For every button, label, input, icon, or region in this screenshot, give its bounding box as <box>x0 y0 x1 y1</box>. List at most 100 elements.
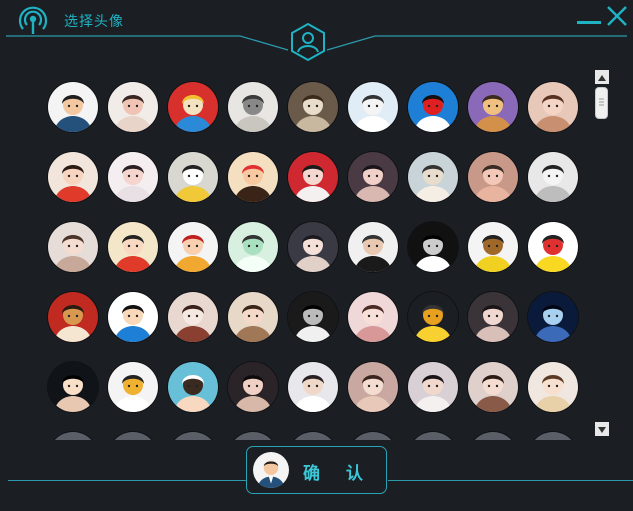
footer-divider-left <box>8 480 248 481</box>
scroll-up-button[interactable] <box>595 70 609 84</box>
avatar-image-icon <box>48 292 98 342</box>
avatar-option-laughing-emoji[interactable] <box>408 292 458 342</box>
avatar-image-icon <box>288 222 338 272</box>
avatar-option-girl-black-bw[interactable] <box>288 292 338 342</box>
avatar-option-pig-photo[interactable] <box>468 152 518 202</box>
avatar-image-icon <box>108 222 158 272</box>
grip-icon <box>599 98 604 106</box>
avatar-image-icon <box>348 152 398 202</box>
avatar-option-girl-long-hair[interactable] <box>48 222 98 272</box>
avatar-option-partial-5[interactable] <box>288 432 338 440</box>
avatar-option-lion-red-frame[interactable] <box>48 292 98 342</box>
avatar-image-icon <box>528 152 578 202</box>
avatar-option-boy-anime-dark[interactable] <box>288 222 338 272</box>
avatar-image-icon <box>528 222 578 272</box>
avatar-option-starry-night-silhouette[interactable] <box>528 292 578 342</box>
avatar-image-icon <box>228 292 278 342</box>
avatar-option-anime-girl-red[interactable] <box>288 152 338 202</box>
avatar-image-icon <box>348 362 398 412</box>
avatar-option-spongebob[interactable] <box>468 222 518 272</box>
avatar-option-boy-anime-sketch[interactable] <box>108 152 158 202</box>
avatar-option-yellow-cartoon-cat[interactable] <box>168 152 218 202</box>
avatar-option-girl-white-shirt[interactable] <box>288 362 338 412</box>
avatar-option-partial-7[interactable] <box>408 432 458 440</box>
avatar-image-icon <box>168 362 218 412</box>
avatar-image-icon <box>48 222 98 272</box>
avatar-option-partial-6[interactable] <box>348 432 398 440</box>
confirm-button[interactable]: 确 认 <box>246 446 387 494</box>
avatar-image-icon <box>108 152 158 202</box>
avatar-image-icon <box>108 432 158 440</box>
avatar-option-white-cartoon-dog[interactable] <box>348 82 398 132</box>
avatar-option-girl-sun-hat[interactable] <box>528 362 578 412</box>
avatar-option-doraemon-nobita[interactable] <box>108 292 158 342</box>
avatar-option-boy-blue-bg[interactable] <box>168 362 218 412</box>
avatar-image-icon <box>408 152 458 202</box>
avatar-option-girl-selfie[interactable] <box>348 362 398 412</box>
avatar-option-girl-pink-blush[interactable] <box>348 292 398 342</box>
avatar-option-black-white-portrait[interactable] <box>408 222 458 272</box>
avatar-image-icon <box>168 222 218 272</box>
selected-avatar-preview <box>253 452 289 488</box>
avatar-option-doraemon-face[interactable] <box>408 82 458 132</box>
avatar-option-ink-landscape[interactable] <box>228 82 278 132</box>
avatar-option-cartoon-boy-face[interactable] <box>228 152 278 202</box>
avatar-option-girl-red-collar[interactable] <box>48 152 98 202</box>
footer-divider-right <box>388 480 633 481</box>
avatar-picker-window: 选择头像 确 认 <box>0 0 633 511</box>
scroll-down-button[interactable] <box>595 422 609 436</box>
avatar-option-chinese-doll-cartoon[interactable] <box>108 222 158 272</box>
avatar-image-icon <box>168 292 218 342</box>
avatar-image-icon <box>228 222 278 272</box>
avatar-option-partial-2[interactable] <box>108 432 158 440</box>
avatar-image-icon <box>48 82 98 132</box>
avatar-image-icon <box>468 292 518 342</box>
avatar-option-jerry-mouse[interactable] <box>468 82 518 132</box>
avatar-option-cartoon-girl-hat[interactable] <box>168 222 218 272</box>
avatar-option-boy-sketch-bw[interactable] <box>528 152 578 202</box>
avatar-option-girl-pink-hair[interactable] <box>528 82 578 132</box>
avatar-option-white-duck-cartoon[interactable] <box>108 362 158 412</box>
avatar-option-partial-4[interactable] <box>228 432 278 440</box>
avatar-option-man-in-suit-cartoon[interactable] <box>48 82 98 132</box>
avatar-option-partial-3[interactable] <box>168 432 218 440</box>
avatar-option-partial-1[interactable] <box>48 432 98 440</box>
avatar-image-icon <box>408 82 458 132</box>
avatar-option-man-in-tux[interactable] <box>348 222 398 272</box>
user-hexagon-icon <box>289 22 327 62</box>
avatar-option-girl-short-hair[interactable] <box>228 292 278 342</box>
avatar-image-icon <box>168 152 218 202</box>
avatar-image-icon <box>228 82 278 132</box>
avatar-option-girl-dark-hair[interactable] <box>228 362 278 412</box>
avatar-image-icon <box>468 432 518 440</box>
avatar-image-icon <box>228 152 278 202</box>
avatar-option-partial-8[interactable] <box>468 432 518 440</box>
avatar-image-icon <box>528 292 578 342</box>
avatar-option-girl-illustration[interactable] <box>108 82 158 132</box>
man-in-suit-avatar-icon <box>253 452 289 488</box>
avatar-option-girl-bangs[interactable] <box>468 292 518 342</box>
avatar-image-icon <box>228 432 278 440</box>
avatar-image-icon <box>468 362 518 412</box>
avatar-image-icon <box>468 152 518 202</box>
avatar-option-girl-with-dog[interactable] <box>168 292 218 342</box>
triangle-down-icon <box>598 427 606 433</box>
avatar-image-icon <box>348 82 398 132</box>
avatar-image-icon <box>228 362 278 412</box>
avatar-option-pikachu[interactable] <box>528 222 578 272</box>
avatar-option-cat-photo[interactable] <box>288 82 338 132</box>
avatar-option-girl-crown-dark[interactable] <box>48 362 98 412</box>
scroll-thumb[interactable] <box>595 87 608 119</box>
avatar-option-girl-curly[interactable] <box>468 362 518 412</box>
avatar-option-partial-9[interactable] <box>528 432 578 440</box>
avatar-option-white-puppy[interactable] <box>408 152 458 202</box>
triangle-up-icon <box>598 75 606 81</box>
avatar-image-icon <box>408 432 458 440</box>
avatar-option-cute-ghost-cartoon[interactable] <box>228 222 278 272</box>
avatar-image-icon <box>288 152 338 202</box>
avatar-option-doraemon-crown[interactable] <box>168 82 218 132</box>
avatar-option-girl-photo-dark[interactable] <box>348 152 398 202</box>
avatar-option-girl-long-black[interactable] <box>408 362 458 412</box>
vertical-scrollbar[interactable] <box>594 70 610 438</box>
avatar-grid-viewport <box>40 72 590 440</box>
